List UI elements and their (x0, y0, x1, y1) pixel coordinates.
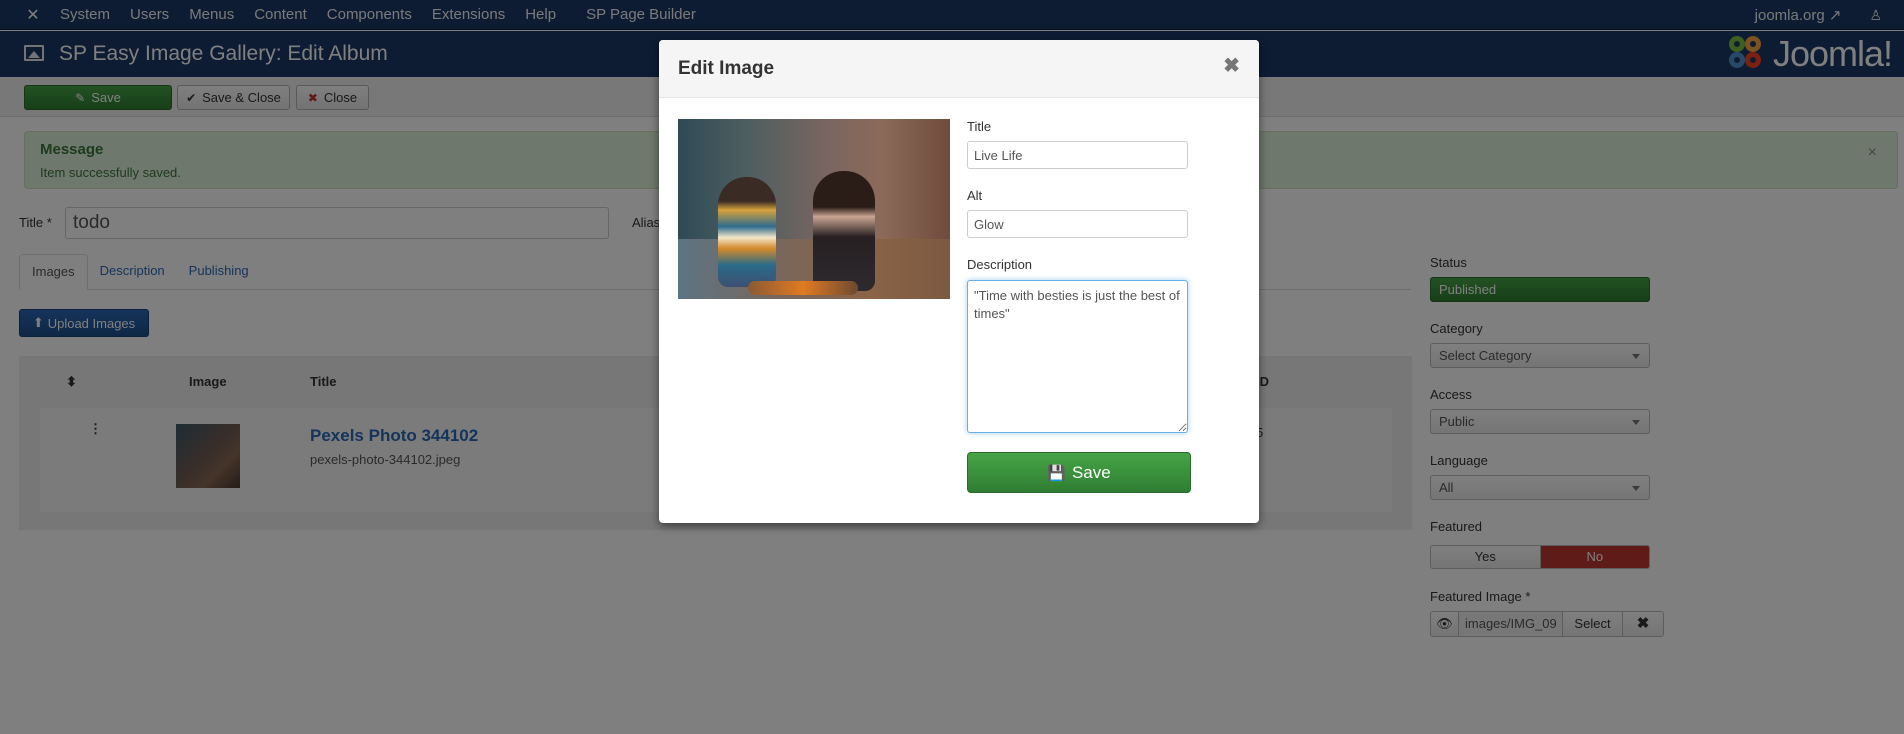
image-title-label: Title (967, 119, 992, 134)
image-preview (678, 119, 950, 299)
modal-header: Edit Image ✖ (659, 40, 1259, 98)
image-alt-input[interactable] (967, 210, 1188, 238)
image-alt-label: Alt (967, 188, 983, 203)
edit-image-modal: Edit Image ✖ Title Alt Description "Time… (659, 40, 1259, 523)
image-title-input[interactable] (967, 141, 1188, 169)
photo-person-left (718, 177, 776, 287)
photo-person-right (813, 171, 875, 291)
image-description-textarea[interactable]: "Time with besties is just the best of t… (967, 280, 1188, 433)
modal-save-button[interactable]: 💾 Save (967, 452, 1191, 493)
close-icon[interactable]: ✖ (1223, 56, 1240, 76)
modal-save-label: Save (1071, 462, 1111, 482)
image-description-label: Description (967, 257, 1033, 272)
floppy-disk-icon: 💾 (1047, 464, 1066, 482)
modal-title: Edit Image (678, 58, 775, 79)
photo-campfire (748, 281, 858, 295)
